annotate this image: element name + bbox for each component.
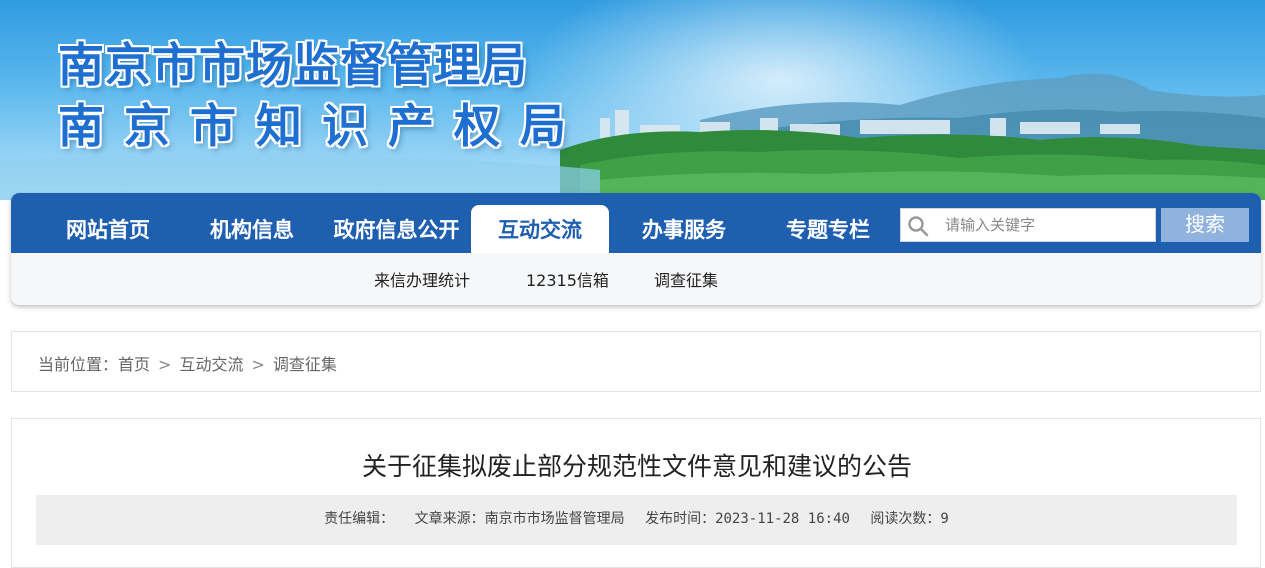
meta-source-value: 南京市市场监督管理局 xyxy=(484,511,625,527)
search-box xyxy=(900,208,1156,242)
nav-item-topics[interactable]: 专题专栏 xyxy=(758,205,898,253)
breadcrumb-survey-link[interactable]: 调查征集 xyxy=(273,355,337,374)
nav-item-interaction[interactable]: 互动交流 xyxy=(471,205,609,253)
nav-item-services[interactable]: 办事服务 xyxy=(614,205,754,253)
banner-title-market-supervision: 南京市市场监督管理局 xyxy=(58,38,528,92)
nav-item-gov-info[interactable]: 政府信息公开 xyxy=(324,205,469,253)
meta-editor: 责任编辑： xyxy=(324,511,394,527)
breadcrumb-prefix: 当前位置： xyxy=(38,355,119,374)
meta-published-value: 2023-11-28 16:40 xyxy=(715,511,850,527)
sub-navigation: 来信办理统计 12315信箱 调查征集 xyxy=(11,253,1261,305)
meta-views-label: 阅读次数： xyxy=(870,511,941,527)
meta-published-label: 发布时间： xyxy=(645,511,716,527)
nav-bar: 网站首页 机构信息 政府信息公开 互动交流 办事服务 专题专栏 搜索 xyxy=(11,193,1261,253)
nav-item-organization[interactable]: 机构信息 xyxy=(182,205,322,253)
breadcrumb-separator: > xyxy=(251,355,265,374)
meta-views-value: 9 xyxy=(940,511,949,527)
subnav-item-letter-stats[interactable]: 来信办理统计 xyxy=(374,267,470,291)
meta-source-label: 文章来源： xyxy=(414,511,485,527)
article-meta: 责任编辑： 文章来源：南京市市场监督管理局 发布时间：2023-11-28 16… xyxy=(36,495,1237,545)
nav-item-home[interactable]: 网站首页 xyxy=(38,205,178,253)
site-banner: 南京市市场监督管理局 南京市知识产权局 xyxy=(0,0,1265,200)
search-button[interactable]: 搜索 xyxy=(1161,208,1249,242)
meta-published: 发布时间：2023-11-28 16:40 xyxy=(645,511,850,527)
breadcrumb-interaction-link[interactable]: 互动交流 xyxy=(179,355,243,374)
main-navigation: 网站首页 机构信息 政府信息公开 互动交流 办事服务 专题专栏 搜索 来信办理统… xyxy=(11,193,1261,305)
subnav-item-survey[interactable]: 调查征集 xyxy=(654,267,718,291)
breadcrumb-home-link[interactable]: 首页 xyxy=(118,355,150,374)
article-panel: 关于征集拟废止部分规范性文件意见和建议的公告 责任编辑： 文章来源：南京市市场监… xyxy=(11,418,1261,568)
breadcrumb-panel: 当前位置：首页 > 互动交流 > 调查征集 xyxy=(11,331,1261,392)
banner-title-ip-office: 南京市知识产权局 xyxy=(58,99,586,153)
meta-views: 阅读次数：9 xyxy=(870,511,948,527)
subnav-item-12315-mailbox[interactable]: 12315信箱 xyxy=(526,267,609,291)
search-input[interactable] xyxy=(945,211,1145,239)
meta-editor-label: 责任编辑： xyxy=(324,511,395,527)
meta-source: 文章来源：南京市市场监督管理局 xyxy=(415,511,625,527)
search-icon xyxy=(908,216,929,237)
breadcrumb-separator: > xyxy=(158,355,172,374)
breadcrumb: 当前位置：首页 > 互动交流 > 调查征集 xyxy=(38,351,337,375)
article-title: 关于征集拟废止部分规范性文件意见和建议的公告 xyxy=(361,452,912,481)
